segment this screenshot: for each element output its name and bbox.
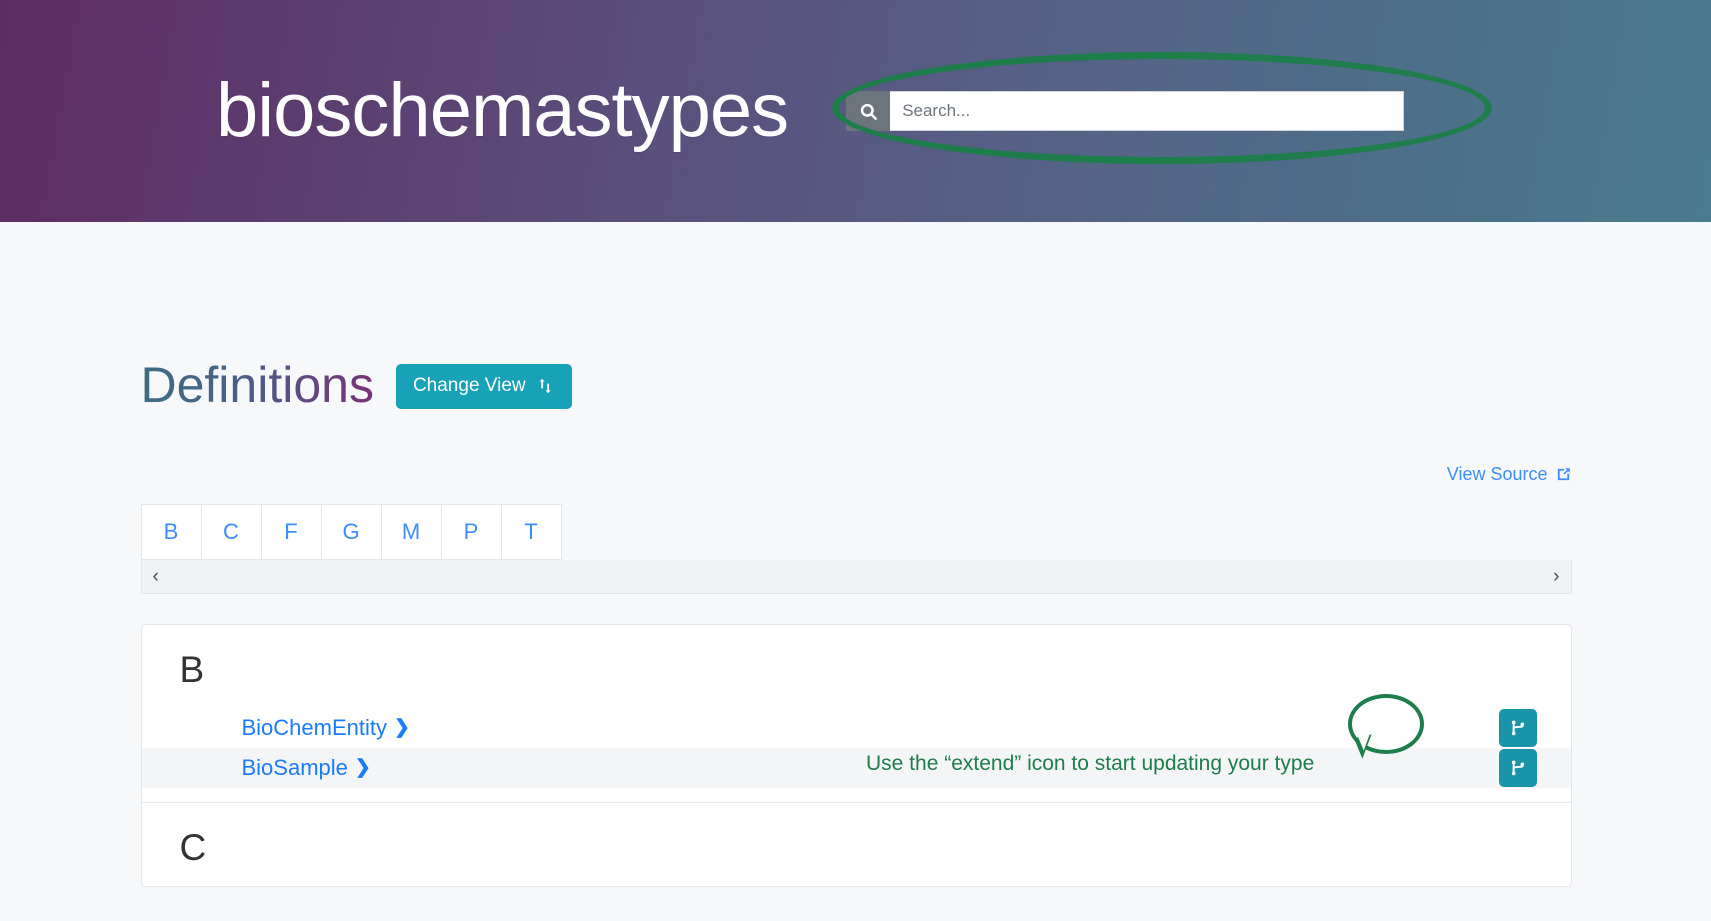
letter-tab-p[interactable]: P	[441, 503, 502, 560]
search-button[interactable]	[846, 91, 891, 131]
page-title: Definitions	[140, 356, 374, 413]
chevron-right-icon: ❯	[394, 717, 410, 738]
extend-branch-icon-biochementity[interactable]	[1498, 708, 1537, 747]
letter-tab-m[interactable]: M	[381, 503, 442, 560]
page-header-row: Definitions Change View	[124, 325, 1588, 445]
change-view-button[interactable]: Change View	[395, 364, 572, 410]
main-content: Definitions Change View View Source B C …	[0, 222, 1711, 921]
type-name: BioSample	[241, 754, 348, 780]
change-view-label: Change View	[412, 375, 526, 397]
content-container: Definitions Change View View Source B C …	[124, 222, 1588, 887]
group-letter-heading: B	[179, 648, 205, 690]
group-letter-heading: C	[179, 826, 207, 868]
external-link-icon	[1555, 466, 1572, 483]
exchange-arrows-icon	[535, 377, 555, 395]
chevron-right-icon: ❯	[354, 757, 371, 778]
definition-group-b: B BioChemEntity ❯ BioSample ❯	[141, 625, 1571, 803]
letter-tab-b[interactable]: B	[141, 503, 202, 560]
letter-scroll-strip: ‹ ›	[140, 559, 1572, 594]
letter-tab-g[interactable]: G	[321, 503, 382, 560]
definitions-panel: B BioChemEntity ❯ BioSample ❯ C	[140, 623, 1572, 887]
type-link-biosample[interactable]: BioSample ❯	[242, 755, 371, 781]
letter-tab-list: B C F G M P T	[140, 503, 562, 560]
letter-navigation: B C F G M P T ‹ ›	[124, 503, 1588, 594]
chevron-left-icon[interactable]: ‹	[153, 567, 159, 586]
site-title: bioschemastypes	[216, 68, 789, 153]
definition-group-c: C	[142, 803, 1571, 886]
search-icon	[859, 102, 878, 121]
site-header-banner: bioschemastypes	[0, 0, 1711, 222]
view-source-label: View Source	[1446, 463, 1548, 484]
letter-tab-t[interactable]: T	[501, 503, 562, 560]
view-source-link[interactable]: View Source	[1447, 464, 1572, 485]
search-input[interactable]	[890, 91, 1405, 131]
letter-tab-c[interactable]: C	[201, 503, 262, 560]
view-source-row: View Source	[124, 464, 1588, 485]
chevron-right-icon[interactable]: ›	[1553, 567, 1559, 586]
search-form	[846, 91, 1405, 131]
banner-content: bioschemastypes	[0, 73, 1711, 149]
table-row: BioChemEntity ❯	[142, 708, 1571, 748]
extend-branch-icon-biosample[interactable]	[1498, 748, 1537, 787]
letter-tab-f[interactable]: F	[261, 503, 322, 560]
table-row: BioSample ❯	[141, 747, 1571, 788]
type-name: BioChemEntity	[241, 714, 388, 740]
type-link-biochementity[interactable]: BioChemEntity ❯	[242, 715, 410, 741]
